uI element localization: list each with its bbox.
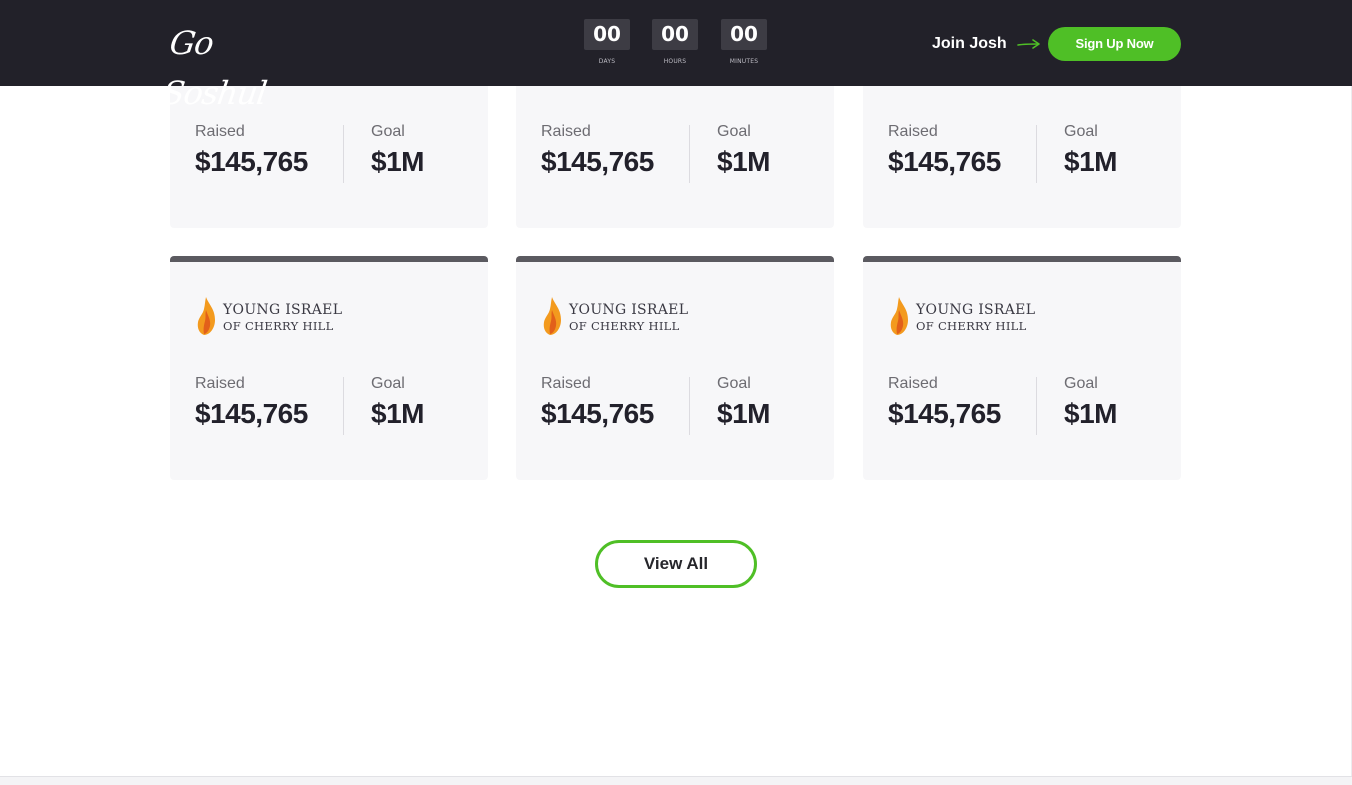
countdown-label: DAYS (598, 58, 616, 65)
campaign-card[interactable]: Raised $145,765 Goal $1M (516, 70, 834, 228)
countdown-hours: 00 HOURS (652, 19, 698, 65)
goal-value: $1M (717, 146, 770, 177)
campaign-card[interactable]: YOUNG ISRAEL OF CHERRY HILL Raised $145,… (516, 256, 834, 480)
raised-value: $145,765 (195, 146, 308, 177)
raised-value: $145,765 (541, 398, 654, 429)
org-name-line2: OF CHERRY HILL (569, 319, 680, 333)
campaign-card[interactable]: YOUNG ISRAEL OF CHERRY HILL Raised $145,… (170, 256, 488, 480)
org-logo: YOUNG ISRAEL OF CHERRY HILL (888, 295, 1038, 339)
site-header: Go Soshul 00 DAYS 00 HOURS 00 MINUTES Jo… (0, 0, 1352, 112)
card-top-bar (170, 256, 488, 262)
goal-label: Goal (371, 375, 405, 392)
goal-label: Goal (1064, 375, 1098, 392)
raised-label: Raised (195, 123, 245, 140)
raised-stat: Raised $145,765 (541, 374, 654, 431)
countdown-minutes: 00 MINUTES (721, 19, 767, 65)
raised-value: $145,765 (195, 398, 308, 429)
view-all-button[interactable]: View All (595, 540, 757, 588)
stat-divider (343, 125, 344, 183)
goal-stat: Goal $1M (371, 374, 424, 431)
raised-value: $145,765 (888, 398, 1001, 429)
raised-stat: Raised $145,765 (888, 374, 1001, 431)
goal-value: $1M (717, 398, 770, 429)
stat-divider (689, 377, 690, 435)
join-josh-link[interactable]: Join Josh (932, 32, 1007, 56)
countdown-label: HOURS (663, 58, 687, 65)
raised-label: Raised (888, 123, 938, 140)
goal-stat: Goal $1M (1064, 374, 1117, 431)
sign-up-button[interactable]: Sign Up Now (1048, 27, 1181, 61)
org-name-line2: OF CHERRY HILL (223, 319, 334, 333)
countdown-value: 00 (721, 19, 767, 50)
campaign-card[interactable]: Raised $145,765 Goal $1M (863, 70, 1181, 228)
goal-label: Goal (717, 375, 751, 392)
stat-divider (1036, 377, 1037, 435)
goal-value: $1M (371, 398, 424, 429)
org-logo: YOUNG ISRAEL OF CHERRY HILL (195, 295, 345, 339)
goal-label: Goal (371, 123, 405, 140)
goal-stat: Goal $1M (717, 374, 770, 431)
countdown-value: 00 (652, 19, 698, 50)
org-name-line1: YOUNG ISRAEL (223, 302, 343, 318)
stat-divider (343, 377, 344, 435)
goal-stat: Goal $1M (717, 122, 770, 179)
site-logo[interactable]: Go Soshul (160, 18, 297, 112)
raised-stat: Raised $145,765 (195, 374, 308, 431)
raised-label: Raised (541, 123, 591, 140)
raised-label: Raised (888, 375, 938, 392)
flame-icon (543, 297, 561, 335)
goal-stat: Goal $1M (1064, 122, 1117, 179)
org-name-line2: OF CHERRY HILL (916, 319, 1027, 333)
raised-stat: Raised $145,765 (541, 122, 654, 179)
raised-value: $145,765 (888, 146, 1001, 177)
countdown-days: 00 DAYS (584, 19, 630, 65)
stat-divider (1036, 125, 1037, 183)
card-top-bar (863, 256, 1181, 262)
stat-divider (689, 125, 690, 183)
card-top-bar (516, 256, 834, 262)
raised-value: $145,765 (541, 146, 654, 177)
flame-icon (197, 297, 215, 335)
goal-value: $1M (1064, 146, 1117, 177)
goal-label: Goal (717, 123, 751, 140)
raised-label: Raised (541, 375, 591, 392)
campaign-card[interactable]: YOUNG ISRAEL OF CHERRY HILL Raised $145,… (863, 256, 1181, 480)
raised-stat: Raised $145,765 (888, 122, 1001, 179)
org-name-line1: YOUNG ISRAEL (916, 302, 1036, 318)
org-logo: YOUNG ISRAEL OF CHERRY HILL (541, 295, 691, 339)
countdown-label: MINUTES (729, 58, 759, 65)
org-name-line1: YOUNG ISRAEL (569, 302, 689, 318)
arrow-right-icon (1017, 39, 1040, 49)
raised-label: Raised (195, 375, 245, 392)
countdown-value: 00 (584, 19, 630, 50)
footer-edge (0, 776, 1352, 785)
raised-stat: Raised $145,765 (195, 122, 308, 179)
flame-icon (890, 297, 908, 335)
goal-label: Goal (1064, 123, 1098, 140)
goal-stat: Goal $1M (371, 122, 424, 179)
goal-value: $1M (371, 146, 424, 177)
page: Raised $145,765 Goal $1M Raised $145,765… (0, 0, 1352, 785)
goal-value: $1M (1064, 398, 1117, 429)
